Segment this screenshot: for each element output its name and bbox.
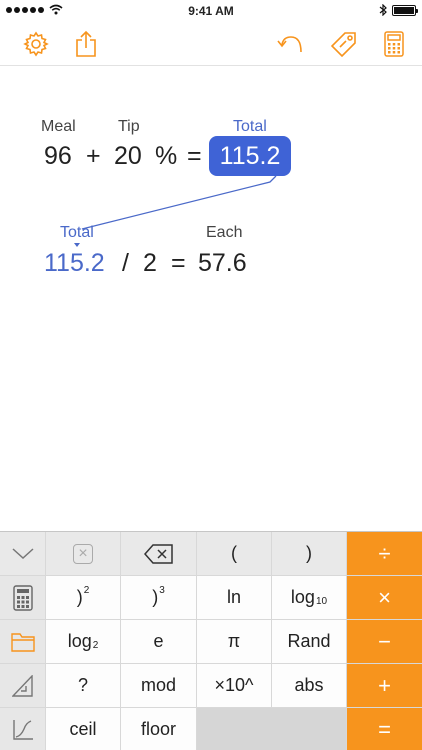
triangle-ruler-icon bbox=[11, 674, 33, 697]
clear-icon: × bbox=[73, 543, 93, 564]
tag-icon bbox=[331, 32, 356, 57]
ln-key[interactable]: ln bbox=[197, 576, 271, 619]
cube-key[interactable]: ) 3 bbox=[121, 576, 196, 619]
ceil-key[interactable]: ceil bbox=[46, 708, 120, 750]
plus-key[interactable]: + bbox=[347, 664, 422, 707]
total-reference-value[interactable]: 115.2 bbox=[44, 249, 105, 278]
cube-key-label: ) bbox=[152, 587, 159, 607]
times-ten-power-key[interactable]: ×10^ bbox=[197, 664, 271, 707]
divisor-value[interactable]: 2 bbox=[143, 249, 157, 278]
backspace-button[interactable] bbox=[121, 532, 196, 575]
clear-button[interactable]: × bbox=[46, 532, 120, 575]
minus-key[interactable]: − bbox=[347, 620, 422, 663]
abs-key[interactable]: abs bbox=[272, 664, 346, 707]
bluetooth-icon bbox=[379, 4, 387, 16]
log10-key-label: log bbox=[290, 587, 315, 607]
calculator-button[interactable] bbox=[378, 28, 410, 60]
calculator-icon bbox=[384, 31, 404, 57]
left-paren-key[interactable]: ( bbox=[197, 532, 271, 575]
cube-key-exponent: 3 bbox=[159, 585, 165, 596]
gear-icon bbox=[23, 31, 49, 57]
equals-sign-2: = bbox=[171, 249, 186, 277]
right-paren-key[interactable]: ) bbox=[272, 532, 346, 575]
multiply-key[interactable]: × bbox=[347, 576, 422, 619]
share-button[interactable] bbox=[70, 28, 102, 60]
folder-icon bbox=[10, 632, 35, 652]
divide-operator: / bbox=[122, 249, 129, 277]
collapse-keypad-button[interactable] bbox=[0, 532, 45, 575]
share-icon bbox=[76, 30, 96, 57]
battery-area bbox=[379, 4, 418, 16]
log2-key-label: log bbox=[67, 631, 92, 651]
empty-key-slot bbox=[197, 708, 346, 750]
total-reference-label: Total bbox=[60, 224, 94, 241]
documents-button[interactable] bbox=[0, 620, 45, 663]
equals-key[interactable]: = bbox=[347, 708, 422, 750]
keypad-mode-button[interactable] bbox=[0, 576, 45, 619]
toolbar bbox=[0, 22, 422, 66]
geometry-button[interactable] bbox=[0, 664, 45, 707]
log10-key-base: 10 bbox=[315, 596, 328, 607]
settings-button[interactable] bbox=[20, 28, 52, 60]
tag-button[interactable] bbox=[328, 28, 360, 60]
undo-button[interactable] bbox=[275, 28, 307, 60]
undo-icon bbox=[277, 36, 302, 53]
graph-button[interactable] bbox=[0, 708, 45, 750]
floor-key[interactable]: floor bbox=[121, 708, 196, 750]
log2-key[interactable]: log 2 bbox=[46, 620, 120, 663]
keypad-grid-icon bbox=[12, 584, 33, 611]
keypad: × ( ) ÷ ) 2 ) 3 ln log 10 × log 2 e π Rand −… bbox=[0, 531, 422, 750]
rand-key[interactable]: Rand bbox=[272, 620, 346, 663]
function-graph-icon bbox=[12, 719, 33, 740]
mod-key[interactable]: mod bbox=[121, 664, 196, 707]
backspace-icon bbox=[143, 543, 173, 564]
e-key[interactable]: e bbox=[121, 620, 196, 663]
each-result[interactable]: 57.6 bbox=[198, 249, 247, 278]
collapse-chevron-icon bbox=[11, 547, 34, 559]
battery-icon bbox=[392, 4, 418, 16]
log10-key[interactable]: log 10 bbox=[272, 576, 346, 619]
status-bar: 9:41 AM bbox=[0, 0, 422, 22]
square-key-exponent: 2 bbox=[83, 585, 90, 596]
each-label: Each bbox=[206, 224, 243, 241]
divide-key[interactable]: ÷ bbox=[347, 532, 422, 575]
pi-key[interactable]: π bbox=[197, 620, 271, 663]
question-key[interactable]: ? bbox=[46, 664, 120, 707]
status-time: 9:41 AM bbox=[188, 4, 234, 18]
worksheet[interactable]: Meal Tip Total 96 + 20 % = 115.2 Total E… bbox=[0, 67, 422, 531]
reference-connector bbox=[74, 175, 277, 247]
square-key[interactable]: ) 2 bbox=[46, 576, 120, 619]
log2-key-base: 2 bbox=[92, 640, 99, 651]
square-key-label: ) bbox=[76, 587, 83, 607]
